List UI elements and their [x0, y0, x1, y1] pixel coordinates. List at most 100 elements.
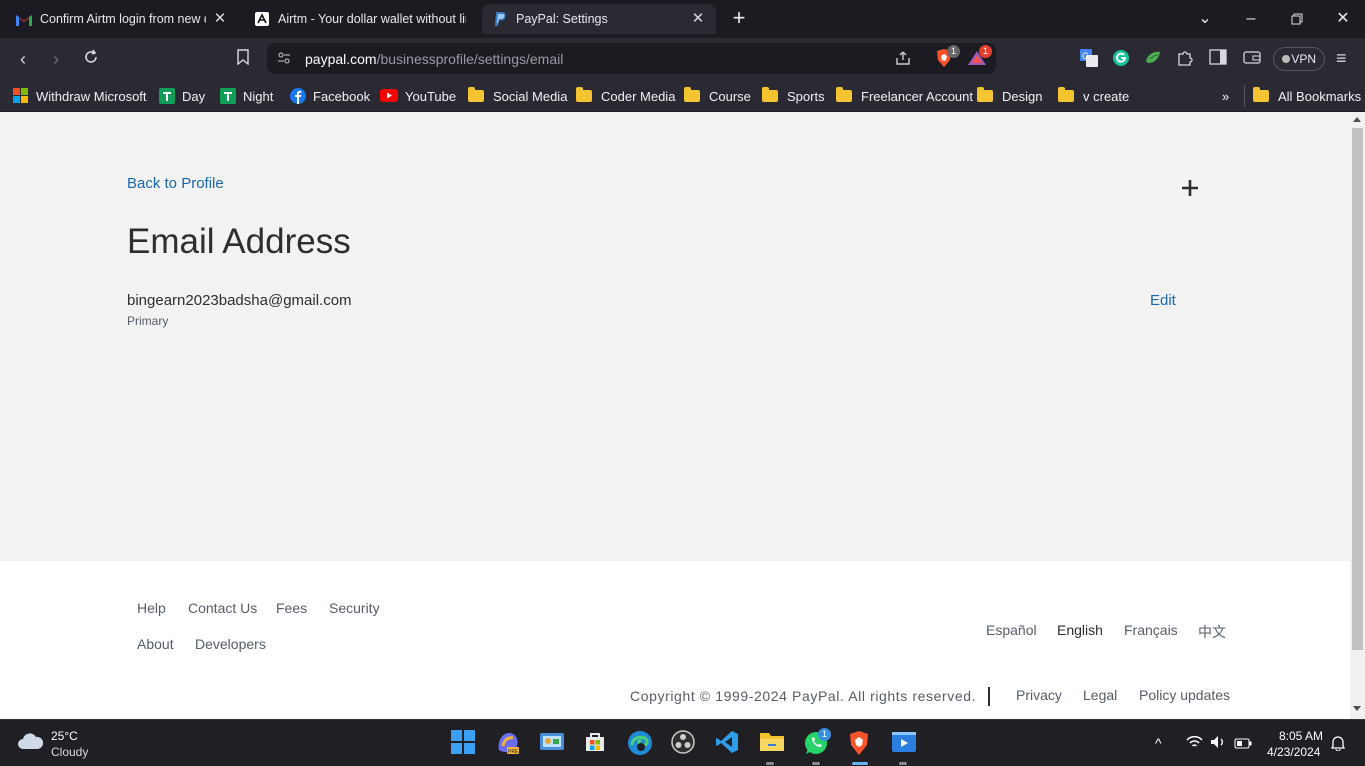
tab-airtm[interactable]: Airtm - Your dollar wallet without lim	[244, 4, 476, 34]
lang-chinese[interactable]: 中文	[1198, 622, 1226, 642]
brave-browser-icon[interactable]	[847, 730, 873, 756]
scroll-up-arrow-icon[interactable]	[1353, 117, 1361, 122]
lang-english[interactable]: English	[1057, 622, 1103, 638]
clock-date[interactable]: 4/23/2024	[1267, 745, 1320, 759]
clock-time[interactable]: 8:05 AM	[1279, 729, 1323, 743]
file-explorer-icon[interactable]	[759, 730, 785, 756]
gmail-icon	[16, 11, 32, 27]
scroll-down-arrow-icon[interactable]	[1353, 706, 1361, 711]
email-address: bingearn2023badsha@gmail.com	[127, 292, 352, 309]
bookmark-label: Facebook	[313, 88, 371, 104]
folder-icon	[1058, 87, 1074, 102]
copyright-text: Copyright © 1999-2024 PayPal. All rights…	[630, 688, 977, 704]
battery-icon[interactable]	[1234, 736, 1252, 754]
bookmark-sports[interactable]: Sports	[762, 85, 825, 107]
bookmark-youtube[interactable]: YouTube	[380, 85, 456, 107]
bookmark-label: YouTube	[405, 88, 457, 104]
tab-paypal-settings[interactable]: PayPal: Settings ✕	[482, 4, 716, 34]
lang-espanol[interactable]: Español	[986, 622, 1037, 638]
obs-studio-icon[interactable]	[671, 730, 697, 756]
vscode-icon[interactable]	[715, 730, 741, 756]
forward-arrow-icon[interactable]: ›	[45, 48, 67, 70]
footer-privacy-link[interactable]: Privacy	[1016, 687, 1062, 703]
tab-gmail[interactable]: Confirm Airtm login from new d ✕	[6, 4, 238, 34]
add-email-icon[interactable]	[1178, 176, 1202, 200]
folder-icon	[977, 87, 993, 102]
site-info-icon[interactable]	[277, 51, 291, 70]
notifications-bell-icon[interactable]	[1330, 735, 1346, 756]
edge-icon[interactable]	[627, 730, 653, 756]
address-bar[interactable]: paypal.com/businessprofile/settings/emai…	[267, 43, 996, 74]
extensions-puzzle-icon[interactable]	[1176, 49, 1196, 69]
weather-description[interactable]: Cloudy	[51, 745, 88, 759]
whatsapp-unread-badge: 1	[818, 728, 831, 741]
video-editor-icon[interactable]	[891, 730, 917, 756]
bookmark-v-create[interactable]: v create	[1058, 85, 1129, 107]
bookmark-design[interactable]: Design	[977, 85, 1042, 107]
grammarly-icon[interactable]	[1112, 49, 1132, 69]
footer-legal-link[interactable]: Legal	[1083, 687, 1117, 703]
footer-policy-updates-link[interactable]: Policy updates	[1139, 687, 1230, 703]
copilot-icon[interactable]: PRE	[495, 730, 521, 756]
sidebar-toggle-icon[interactable]	[1209, 49, 1229, 69]
running-indicator	[812, 762, 820, 765]
lang-francais[interactable]: Français	[1124, 622, 1178, 638]
share-icon[interactable]	[895, 50, 911, 71]
bookmark-icon[interactable]	[232, 48, 254, 70]
menu-icon[interactable]: ≡	[1336, 49, 1356, 69]
rewards-count-badge: 1	[979, 45, 992, 58]
folder-icon	[1253, 87, 1269, 102]
google-translate-icon[interactable]: G	[1080, 49, 1100, 69]
extension-leaf-icon[interactable]	[1144, 49, 1164, 69]
footer-security-link[interactable]: Security	[329, 600, 380, 616]
svg-text:PRE: PRE	[508, 749, 519, 755]
bookmark-night[interactable]: Night	[220, 85, 273, 107]
control-panel-icon[interactable]	[539, 730, 565, 756]
bookmark-label: Freelancer Account	[861, 88, 974, 104]
edit-email-link[interactable]: Edit	[1150, 292, 1176, 309]
bookmark-facebook[interactable]: Facebook	[290, 85, 370, 107]
bookmark-course[interactable]: Course	[684, 85, 751, 107]
reload-icon[interactable]	[80, 48, 102, 70]
wallet-icon[interactable]	[1243, 49, 1263, 69]
microsoft-icon	[13, 88, 28, 103]
footer-fees-link[interactable]: Fees	[276, 600, 307, 616]
weather-temperature[interactable]: 25°C	[51, 729, 78, 743]
new-tab-button[interactable]: +	[728, 7, 750, 30]
back-arrow-icon[interactable]: ‹	[12, 48, 34, 70]
bookmark-coder-media[interactable]: Coder Media	[576, 85, 675, 107]
close-window-button[interactable]: ✕	[1331, 8, 1355, 30]
footer-contact-link[interactable]: Contact Us	[188, 600, 257, 616]
paypal-icon	[492, 11, 508, 27]
cloud-weather-icon[interactable]	[16, 731, 44, 756]
bookmark-social-media[interactable]: Social Media	[468, 85, 567, 107]
scrollbar-thumb[interactable]	[1352, 128, 1363, 650]
volume-icon[interactable]	[1210, 735, 1226, 754]
tab-title: PayPal: Settings	[516, 12, 608, 26]
footer-about-link[interactable]: About	[137, 636, 174, 652]
bookmark-freelancer-account[interactable]: Freelancer Account	[836, 85, 973, 107]
more-bookmarks-chevron-icon[interactable]: »	[1222, 85, 1229, 107]
microsoft-store-icon[interactable]	[583, 730, 609, 756]
vpn-button[interactable]: VPN	[1273, 47, 1325, 71]
bookmark-day[interactable]: Day	[159, 85, 205, 107]
wifi-icon[interactable]	[1186, 735, 1203, 754]
folder-icon	[762, 87, 778, 102]
bookmark-label: Night	[243, 88, 274, 104]
show-hidden-icons-chevron-icon[interactable]: ^	[1155, 735, 1162, 751]
close-tab-icon[interactable]: ✕	[690, 11, 706, 27]
minimize-button[interactable]: –	[1239, 8, 1263, 30]
windows-start-icon[interactable]	[451, 730, 477, 756]
tab-search-icon[interactable]: ⌄	[1193, 8, 1217, 30]
url-text: paypal.com/businessprofile/settings/emai…	[305, 51, 564, 67]
page-title: Email Address	[127, 222, 351, 261]
all-bookmarks[interactable]: All Bookmarks	[1244, 85, 1361, 107]
footer-developers-link[interactable]: Developers	[195, 636, 266, 652]
close-tab-icon[interactable]: ✕	[212, 11, 228, 27]
back-to-profile-link[interactable]: Back to Profile	[127, 175, 224, 192]
bookmark-withdraw-microsoft[interactable]: Withdraw Microsoft	[13, 85, 147, 107]
restore-button[interactable]	[1285, 8, 1309, 30]
page-scrollbar[interactable]	[1350, 112, 1365, 719]
footer-help-link[interactable]: Help	[137, 600, 166, 616]
bookmark-label: Sports	[787, 88, 825, 104]
